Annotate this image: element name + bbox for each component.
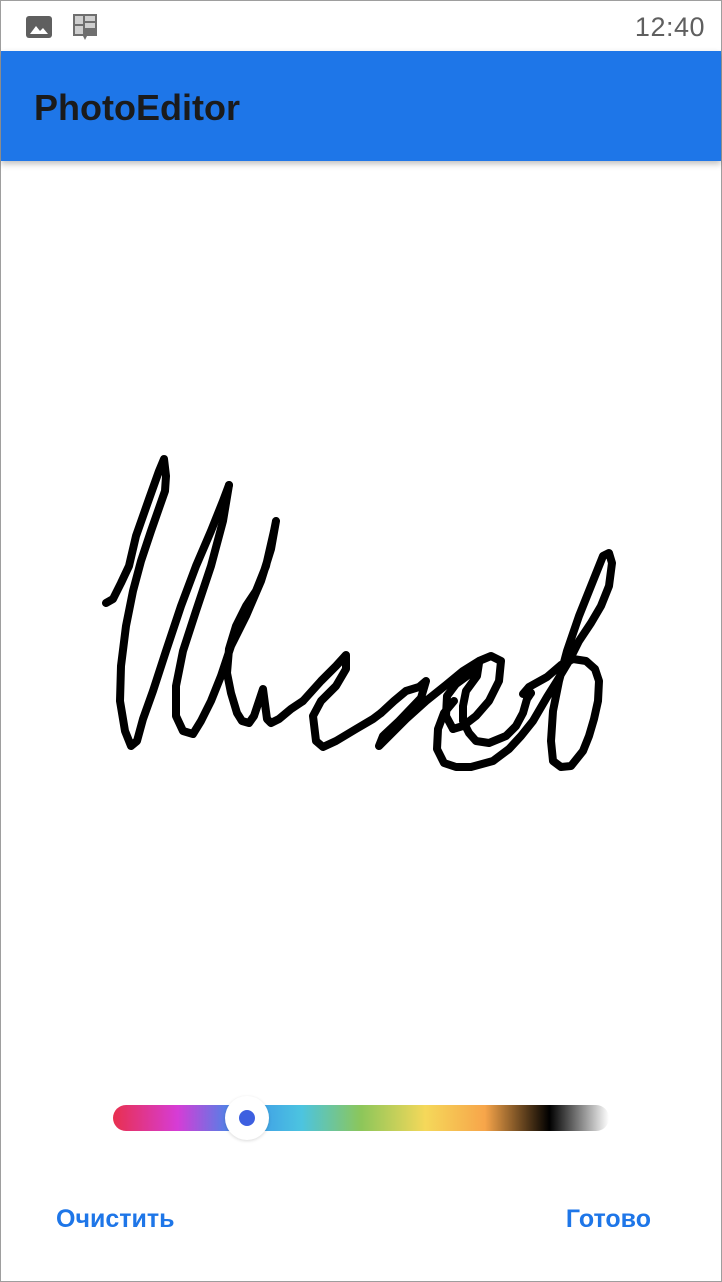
signature-strokes — [102, 455, 616, 771]
app-title: PhotoEditor — [34, 87, 240, 128]
signature-stroke — [433, 549, 616, 771]
color-slider-track[interactable] — [113, 1105, 609, 1131]
signature-drawing — [102, 455, 616, 771]
signature-stroke — [172, 481, 307, 738]
gallery-icon — [25, 13, 53, 41]
color-slider-thumb[interactable] — [224, 1096, 269, 1140]
selected-color-indicator — [238, 1110, 255, 1126]
drawing-canvas[interactable] — [1, 161, 721, 1061]
status-time: 12:40 — [634, 12, 705, 42]
app-bar: PhotoEditor — [1, 51, 721, 161]
signature-stroke — [299, 651, 385, 751]
app-notification-icon — [71, 13, 99, 41]
color-slider[interactable] — [113, 1096, 609, 1140]
done-button[interactable]: Готово — [566, 1201, 651, 1238]
status-bar: 12:40 — [1, 1, 721, 51]
clear-button[interactable]: Очистить — [56, 1201, 174, 1238]
